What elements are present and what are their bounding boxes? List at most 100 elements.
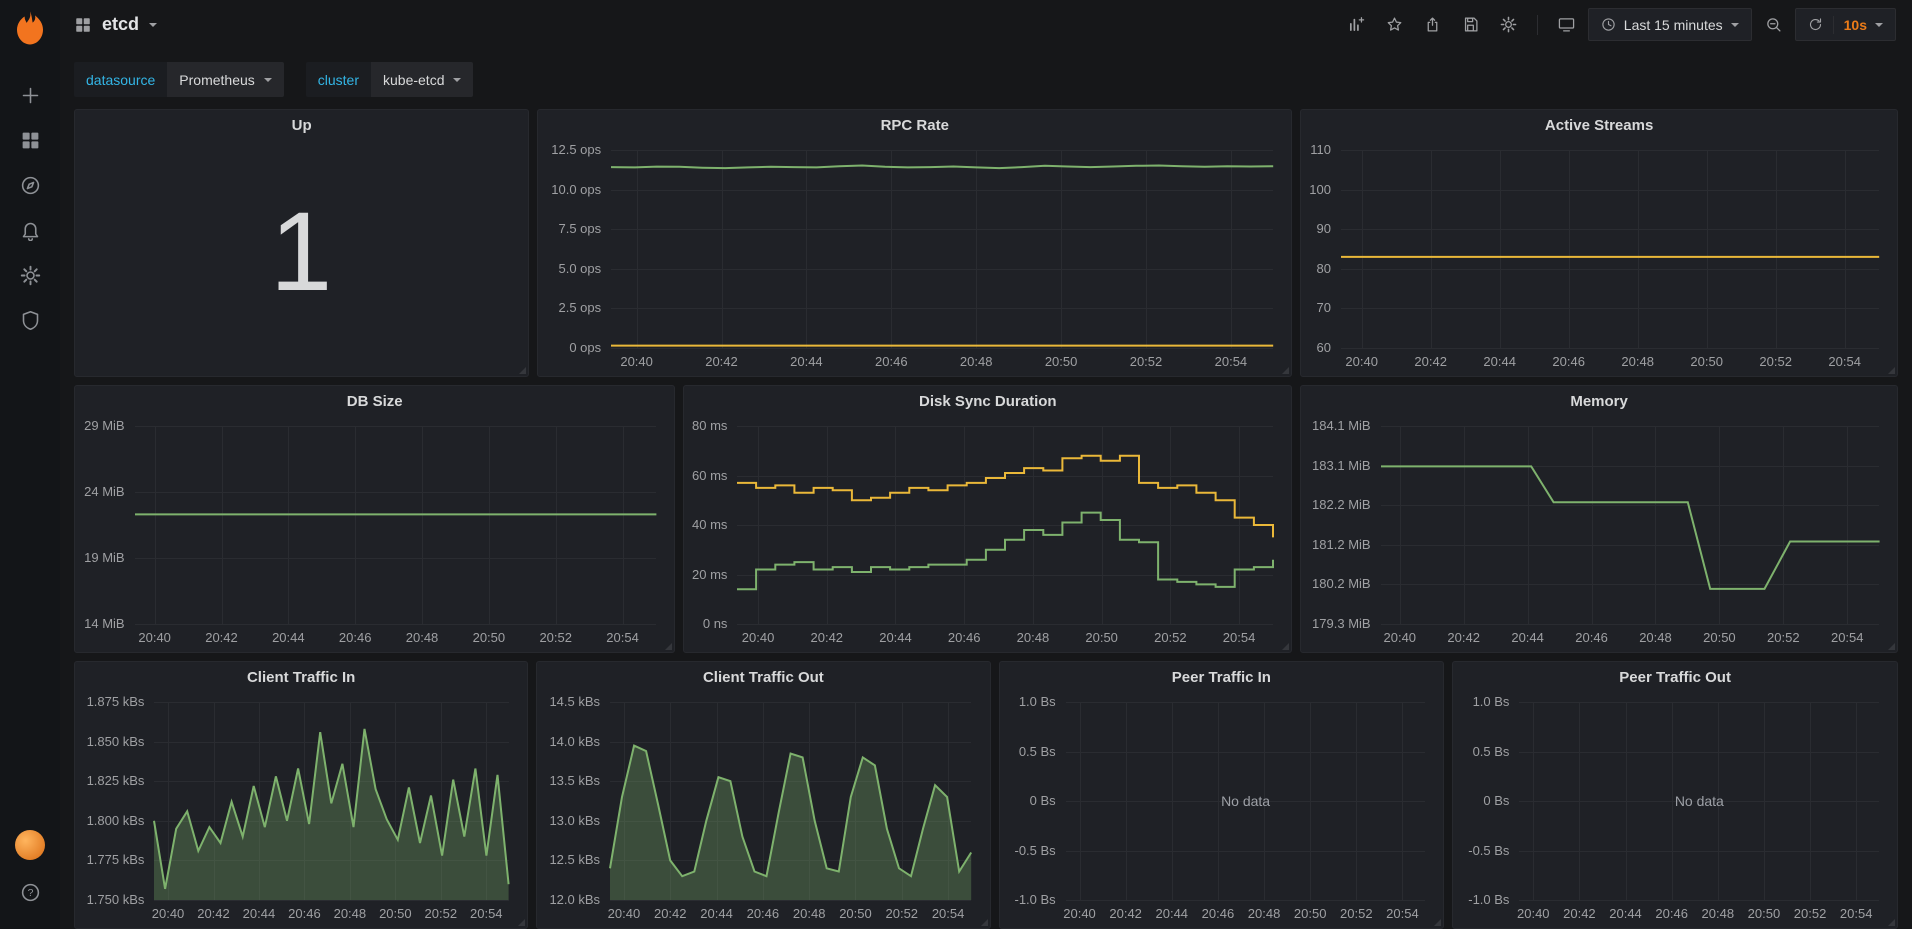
sidebar-item-explore[interactable] (6, 163, 54, 208)
x-axis-label: 20:50 (1748, 906, 1781, 921)
gear-icon (20, 265, 41, 286)
y-axis-label: -0.5 Bs (1006, 843, 1056, 859)
x-axis-label: 20:50 (1294, 906, 1327, 921)
y-axis-label: 90 (1307, 221, 1331, 237)
refresh-icon (1808, 17, 1823, 32)
panel-title-text: Active Streams (1545, 117, 1653, 134)
x-axis-label: 20:48 (1639, 630, 1672, 645)
sidebar-item-help[interactable]: ? (6, 870, 54, 915)
y-axis-label: 181.2 MiB (1307, 537, 1370, 553)
x-axis-label: 20:44 (879, 630, 912, 645)
client-traffic-in-chart[interactable]: 1.750 kBs1.775 kBs1.800 kBs1.825 kBs1.85… (81, 692, 521, 924)
side-menu: ? (0, 0, 60, 929)
panel-header-db-size[interactable]: DB Size (75, 386, 674, 416)
x-axis-label: 20:44 (790, 354, 823, 369)
rpc-rate-chart[interactable]: 0 ops2.5 ops5.0 ops7.5 ops10.0 ops12.5 o… (544, 140, 1285, 372)
panel-rpc-rate: RPC Rate 0 ops2.5 ops5.0 ops7.5 ops10.0 … (537, 109, 1292, 377)
caret-down-icon (149, 23, 157, 27)
sidebar-item-alerting[interactable] (6, 208, 54, 253)
x-axis-label: 20:50 (1690, 354, 1723, 369)
caret-down-icon (1731, 23, 1739, 27)
sidebar-item-create[interactable] (6, 73, 54, 118)
stat-value: 1 (75, 140, 528, 376)
x-axis-label: 20:52 (1794, 906, 1827, 921)
y-axis-label: -1.0 Bs (1006, 892, 1056, 908)
y-axis-label: 1.825 kBs (81, 773, 144, 789)
main-area: etcd Last 15 (60, 0, 1912, 929)
y-axis-label: 100 (1307, 182, 1331, 198)
y-axis-label: 182.2 MiB (1307, 497, 1370, 513)
x-axis-label: 20:52 (1340, 906, 1373, 921)
x-axis-label: 20:44 (243, 906, 276, 921)
panel-header-client-traffic-out[interactable]: Client Traffic Out (537, 662, 989, 692)
chart-canvas (1381, 426, 1880, 624)
client-traffic-out-chart[interactable]: 12.0 kBs12.5 kBs13.0 kBs13.5 kBs14.0 kBs… (543, 692, 983, 924)
x-axis-label: 20:52 (425, 906, 458, 921)
x-axis-label: 20:54 (470, 906, 503, 921)
y-axis-label: 2.5 ops (544, 300, 601, 316)
panel-peer-traffic-out: Peer Traffic Out -1.0 Bs-0.5 Bs0 Bs0.5 B… (1452, 661, 1898, 929)
panel-header-up[interactable]: Up (75, 110, 528, 140)
x-axis-label: 20:52 (1154, 630, 1187, 645)
x-axis-label: 20:40 (620, 354, 653, 369)
y-axis-label: 0 ns (690, 616, 727, 632)
zoom-out-icon (1765, 16, 1782, 33)
x-axis-label: 20:54 (1386, 906, 1419, 921)
share-button[interactable] (1416, 8, 1449, 41)
panel-header-memory[interactable]: Memory (1301, 386, 1897, 416)
time-range-picker[interactable]: Last 15 minutes (1588, 8, 1752, 41)
y-axis-label: 12.5 ops (544, 142, 601, 158)
sidebar-item-server-admin[interactable] (6, 298, 54, 343)
gridline (1341, 348, 1879, 349)
x-axis-label: 20:42 (197, 906, 230, 921)
panel-header-client-traffic-in[interactable]: Client Traffic In (75, 662, 527, 692)
memory-chart[interactable]: 179.3 MiB180.2 MiB181.2 MiB182.2 MiB183.… (1307, 416, 1891, 648)
sidebar-item-dashboards[interactable] (6, 118, 54, 163)
x-axis-label: 20:40 (1345, 354, 1378, 369)
db-size-chart[interactable]: 14 MiB19 MiB24 MiB29 MiB20:4020:4220:442… (81, 416, 668, 648)
y-axis-label: 7.5 ops (544, 221, 601, 237)
peer-traffic-in-chart[interactable]: -1.0 Bs-0.5 Bs0 Bs0.5 Bs1.0 Bs20:4020:42… (1006, 692, 1438, 924)
zoom-out-button[interactable] (1757, 8, 1790, 41)
add-panel-button[interactable] (1340, 8, 1373, 41)
x-axis-label: 20:42 (1563, 906, 1596, 921)
panel-header-peer-traffic-out[interactable]: Peer Traffic Out (1453, 662, 1897, 692)
panel-header-rpc-rate[interactable]: RPC Rate (538, 110, 1291, 140)
variable-value-dropdown[interactable]: Prometheus (167, 62, 283, 97)
dashboard-settings-button[interactable] (1492, 8, 1525, 41)
x-axis-label: 20:46 (339, 630, 372, 645)
y-axis-label: 14.0 kBs (543, 734, 600, 750)
peer-traffic-out-chart[interactable]: -1.0 Bs-0.5 Bs0 Bs0.5 Bs1.0 Bs20:4020:42… (1459, 692, 1891, 924)
variable-value: Prometheus (179, 72, 254, 88)
x-axis-label: 20:54 (1828, 354, 1861, 369)
favorite-button[interactable] (1378, 8, 1411, 41)
panel-up: Up 1 (74, 109, 529, 377)
y-axis-label: 19 MiB (81, 550, 125, 566)
variable-datasource: datasource Prometheus (74, 62, 284, 97)
x-axis-label: 20:42 (654, 906, 687, 921)
x-axis-label: 20:46 (1655, 906, 1688, 921)
x-axis-label: 20:54 (1223, 630, 1256, 645)
cycle-view-mode-button[interactable] (1550, 8, 1583, 41)
active-streams-chart[interactable]: 6070809010011020:4020:4220:4420:4620:482… (1307, 140, 1891, 372)
save-button[interactable] (1454, 8, 1487, 41)
series-green (737, 513, 1273, 590)
y-axis-label: 1.850 kBs (81, 734, 144, 750)
panel-header-peer-traffic-in[interactable]: Peer Traffic In (1000, 662, 1444, 692)
panel-header-active-streams[interactable]: Active Streams (1301, 110, 1897, 140)
refresh-picker[interactable]: 10s (1795, 8, 1896, 41)
sidebar-item-configuration[interactable] (6, 253, 54, 298)
variable-value-dropdown[interactable]: kube-etcd (371, 62, 473, 97)
x-axis-label: 20:48 (1621, 354, 1654, 369)
panel-row-1: Up 1 RPC Rate 0 ops2.5 ops5.0 ops7.5 ops… (74, 109, 1898, 377)
tv-icon (1558, 16, 1575, 33)
disk-sync-duration-chart[interactable]: 0 ns20 ms40 ms60 ms80 ms20:4020:4220:442… (690, 416, 1285, 648)
y-axis-label: -0.5 Bs (1459, 843, 1509, 859)
x-axis-label: 20:46 (948, 630, 981, 645)
gridline (154, 900, 509, 901)
dashboard-title-dropdown[interactable]: etcd (74, 14, 157, 35)
grafana-logo-icon[interactable] (10, 9, 50, 49)
panel-memory: Memory 179.3 MiB180.2 MiB181.2 MiB182.2 … (1300, 385, 1898, 653)
user-avatar[interactable] (15, 830, 45, 860)
panel-header-disk-sync-duration[interactable]: Disk Sync Duration (684, 386, 1291, 416)
